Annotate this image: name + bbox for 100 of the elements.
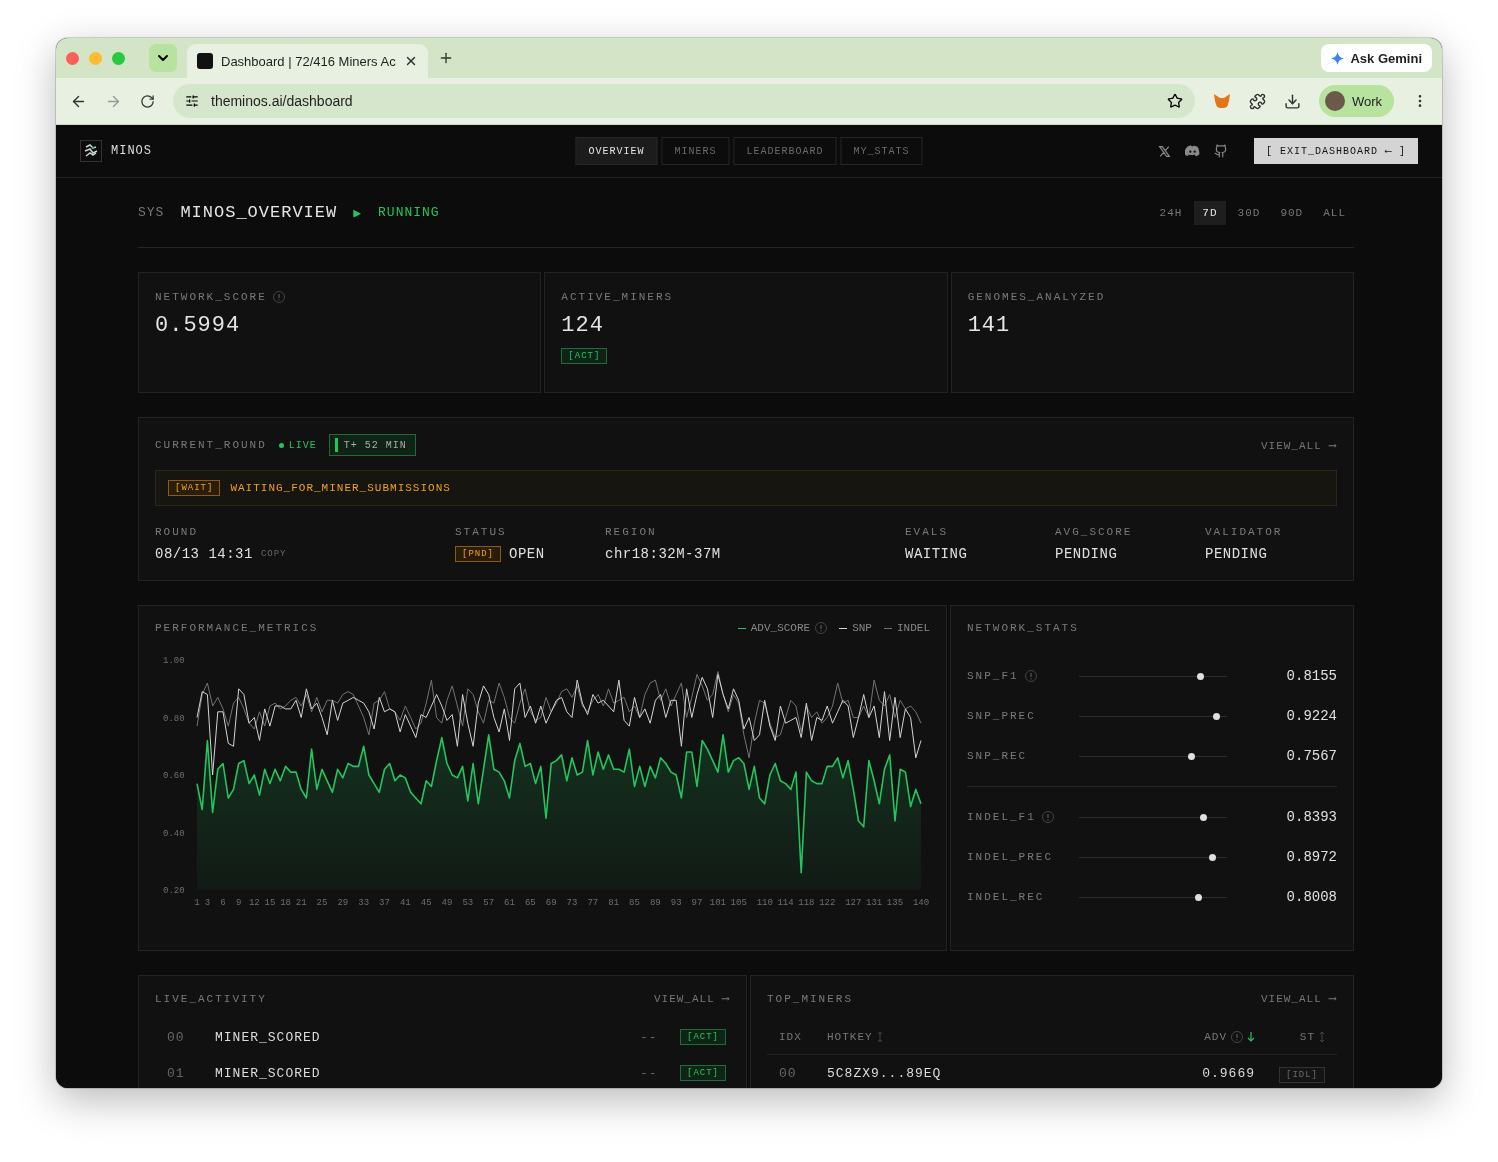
x-tick-label: 12 bbox=[248, 898, 260, 908]
status-badge: [IDL] bbox=[1279, 1067, 1325, 1083]
tab-search-button[interactable] bbox=[149, 44, 177, 72]
view-all-link[interactable]: VIEW_ALL ⟶ bbox=[653, 992, 730, 1005]
timer-text: T+ 52 MIN bbox=[343, 439, 407, 451]
x-tick-label: 97 bbox=[691, 898, 703, 908]
x-tick-label: 69 bbox=[545, 898, 557, 908]
metric-label: INDEL_F1 bbox=[967, 811, 1036, 823]
field-label: REGION bbox=[605, 526, 658, 538]
y-tick-label: 1.00 bbox=[163, 656, 185, 666]
nav-tab[interactable]: MY_STATS bbox=[840, 137, 923, 165]
field-value: PENDING bbox=[1205, 546, 1268, 562]
field-label: STATUS bbox=[455, 526, 508, 538]
legend-line-icon bbox=[737, 627, 746, 629]
legend-label: INDEL bbox=[897, 622, 930, 634]
stat-label: NETWORK_SCORE bbox=[155, 291, 267, 303]
x-tick-label: 1 bbox=[194, 898, 200, 908]
y-tick-label: 0.20 bbox=[163, 886, 185, 896]
card-title: PERFORMANCE_METRICS bbox=[155, 622, 319, 634]
row-index: 00 bbox=[167, 1029, 186, 1045]
stat-value: 0.5994 bbox=[155, 313, 241, 338]
column-header[interactable]: ST bbox=[1299, 1030, 1315, 1043]
metric-label: INDEL_REC bbox=[967, 891, 1045, 903]
x-logo-icon[interactable] bbox=[1157, 144, 1171, 158]
fox-extension-icon[interactable] bbox=[1212, 93, 1231, 109]
profile-button[interactable]: Work bbox=[1318, 85, 1394, 117]
extensions-icon[interactable] bbox=[1248, 92, 1266, 110]
x-tick-label: 77 bbox=[587, 898, 599, 908]
view-all-link[interactable]: VIEW_ALL ⟶ bbox=[1260, 992, 1337, 1005]
pending-badge: [PND] bbox=[455, 546, 501, 562]
column-header[interactable]: IDX bbox=[779, 1030, 802, 1043]
metric-label: INDEL_PREC bbox=[967, 851, 1053, 863]
status-badge: [ACT] bbox=[561, 348, 608, 364]
x-tick-label: 118 bbox=[798, 898, 815, 908]
nav-tab[interactable]: LEADERBOARD bbox=[733, 137, 837, 165]
legend-label: ADV_SCORE bbox=[750, 622, 811, 634]
download-icon[interactable] bbox=[1283, 92, 1301, 110]
logo-icon bbox=[80, 140, 102, 162]
view-all-link[interactable]: VIEW_ALL ⟶ bbox=[1260, 438, 1337, 452]
x-tick-label: 18 bbox=[280, 898, 291, 908]
bookmark-star-icon[interactable] bbox=[1166, 93, 1183, 109]
metric-label: SNP_REC bbox=[967, 750, 1028, 762]
card-title: NETWORK_STATS bbox=[967, 622, 1080, 634]
field-label: ROUND bbox=[155, 526, 199, 538]
x-tick-label: 29 bbox=[337, 898, 349, 908]
discord-icon[interactable] bbox=[1184, 145, 1200, 157]
range-tab[interactable]: 30D bbox=[1229, 200, 1269, 225]
stat-label: ACTIVE_MINERS bbox=[561, 291, 674, 303]
x-tick-label: 57 bbox=[483, 898, 495, 908]
stat-label: GENOMES_ANALYZED bbox=[967, 291, 1106, 303]
legend-line-icon bbox=[839, 627, 848, 629]
favicon-icon bbox=[197, 53, 213, 69]
avatar-icon bbox=[1324, 91, 1345, 111]
metric-label: SNP_PREC bbox=[967, 710, 1036, 722]
copy-link[interactable]: COPY bbox=[260, 549, 287, 559]
metric-value: 0.9224 bbox=[1285, 708, 1337, 724]
github-icon[interactable] bbox=[1213, 144, 1228, 158]
y-tick-label: 0.60 bbox=[163, 771, 185, 781]
x-tick-label: 85 bbox=[629, 898, 640, 908]
card-title: LIVE_ACTIVITY bbox=[155, 992, 267, 1005]
alert-text: WAITING_FOR_MINER_SUBMISSIONS bbox=[230, 482, 451, 494]
x-tick-label: 127 bbox=[845, 898, 862, 908]
event-name: MINER_SCORED bbox=[215, 1065, 322, 1081]
live-dot-icon bbox=[278, 442, 284, 448]
x-tick-label: 45 bbox=[420, 898, 432, 908]
column-header[interactable]: ADV bbox=[1204, 1030, 1227, 1043]
metric-value: 0.8972 bbox=[1285, 849, 1337, 865]
exit-dashboard-button[interactable]: [ EXIT_DASHBOARD ⟵ ] bbox=[1253, 138, 1418, 164]
x-tick-label: 37 bbox=[379, 898, 390, 908]
status-badge: [ACT] bbox=[680, 1065, 726, 1081]
ask-gemini-button[interactable]: Ask Gemini bbox=[1321, 44, 1432, 72]
y-tick-label: 0.40 bbox=[163, 828, 185, 839]
status-badge: [ACT] bbox=[680, 1029, 726, 1045]
x-tick-label: 110 bbox=[756, 898, 773, 908]
metric-value: 0.8155 bbox=[1285, 668, 1337, 684]
range-tab[interactable]: 90D bbox=[1272, 200, 1312, 225]
event-detail: -- bbox=[640, 1065, 659, 1081]
stat-value: 124 bbox=[561, 313, 604, 338]
range-tab[interactable]: ALL bbox=[1315, 200, 1354, 225]
field-value: PENDING bbox=[1055, 546, 1118, 562]
nav-tab[interactable]: OVERVIEW bbox=[575, 137, 658, 165]
range-tab[interactable]: 24H bbox=[1151, 200, 1191, 225]
x-tick-label: 114 bbox=[777, 898, 794, 908]
field-label: EVALS bbox=[905, 526, 949, 538]
nav-tab[interactable]: MINERS bbox=[661, 137, 730, 165]
site-settings-icon[interactable] bbox=[185, 94, 199, 108]
hotkey-cell-text: 5C8ZX9...89EQ bbox=[827, 1065, 943, 1081]
reload-icon[interactable] bbox=[140, 93, 155, 109]
timer-bar-icon bbox=[334, 438, 338, 452]
row-index: 01 bbox=[167, 1065, 186, 1081]
live-label: LIVE bbox=[288, 439, 317, 451]
x-tick-label: 61 bbox=[504, 898, 515, 908]
sparkle-icon bbox=[1331, 51, 1345, 65]
column-header[interactable]: HOTKEY bbox=[827, 1030, 873, 1043]
x-tick-label: 3 bbox=[204, 898, 211, 908]
address-bar[interactable]: theminos.ai/dashboard bbox=[173, 84, 1195, 118]
x-tick-label: 9 bbox=[235, 898, 242, 908]
browser-tab[interactable]: Dashboard | 72/416 Miners Ac bbox=[187, 44, 428, 78]
sort-down-icon[interactable] bbox=[1247, 1031, 1255, 1042]
range-tab[interactable]: 7D bbox=[1194, 200, 1226, 225]
